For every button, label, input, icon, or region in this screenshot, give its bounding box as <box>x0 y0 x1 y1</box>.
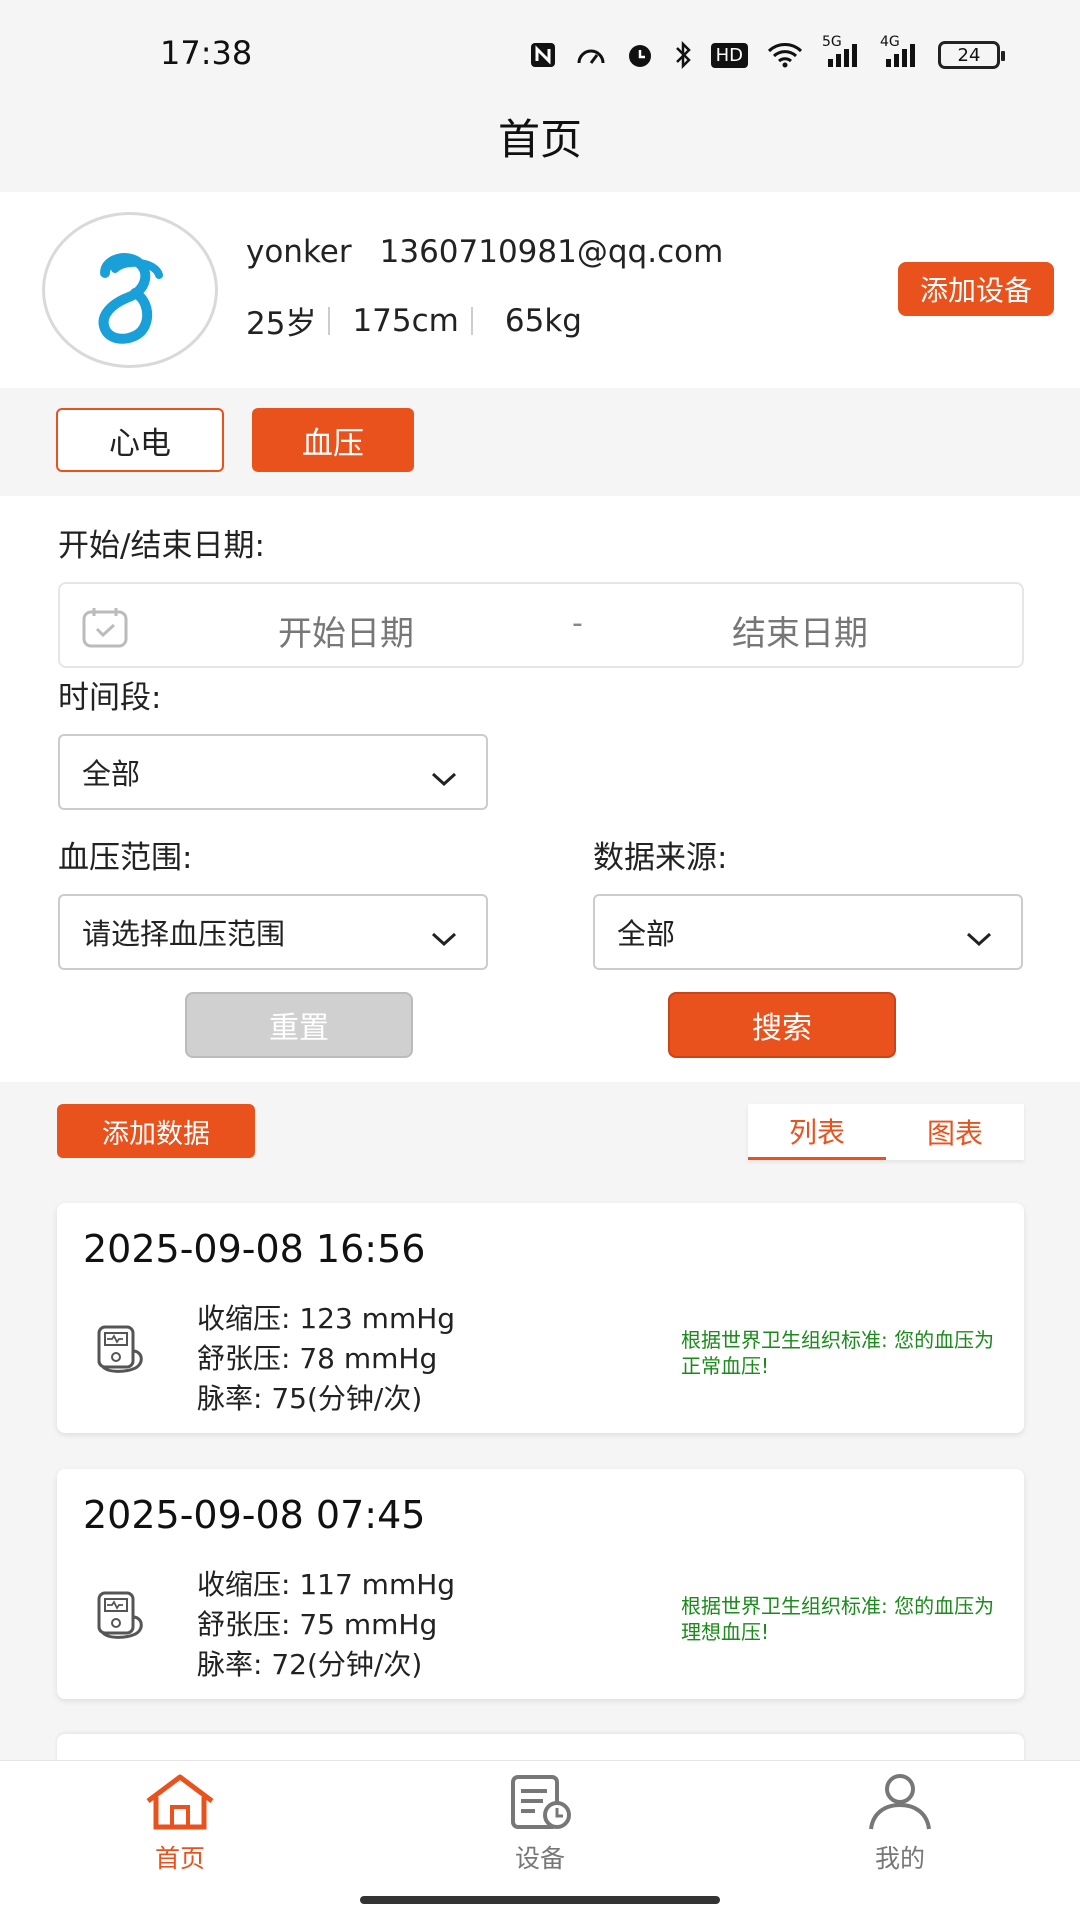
data-source-select[interactable]: 全部 <box>593 894 1023 970</box>
divider <box>328 306 331 335</box>
nav-home-label: 首页 <box>154 1844 205 1873</box>
bp-range-select[interactable]: 请选择血压范围 <box>58 894 488 970</box>
systolic-value: 收缩压: 123 mmHg <box>197 1302 456 1335</box>
bp-range-value: 请选择血压范围 <box>82 917 286 951</box>
view-toggle: 列表 图表 <box>748 1104 1024 1160</box>
period-value: 全部 <box>82 757 141 791</box>
alarm-icon <box>625 38 655 72</box>
search-button[interactable]: 搜索 <box>668 992 896 1058</box>
record-card[interactable]: 2025-09-08 16:56 收缩压: 123 mmHg 舒张压: 78 m… <box>57 1203 1024 1433</box>
signal-5g-icon: 5G <box>822 34 862 72</box>
user-age: 25岁 <box>246 306 317 342</box>
nav-device-label: 设备 <box>514 1844 565 1873</box>
chevron-down-icon <box>965 922 993 956</box>
profile-identity: yonker 1360710981@qq.com <box>246 234 723 270</box>
status-bar: 17:38 HD 5G 4G 24 <box>0 0 1080 110</box>
speed-icon <box>575 38 607 72</box>
divider <box>470 306 473 335</box>
device-icon <box>505 1775 575 1835</box>
record-datetime: 2025-09-08 16:56 <box>83 1227 426 1271</box>
pulse-value: 脉率: 75(分钟/次) <box>197 1382 423 1415</box>
record-datetime: 2025-09-08 07:45 <box>83 1493 426 1537</box>
profile-stats: 25岁 175cm 65kg <box>246 298 582 343</box>
battery-icon: 24 <box>938 41 1005 69</box>
chevron-down-icon <box>430 762 458 796</box>
data-source-value: 全部 <box>617 917 676 951</box>
tab-blood-pressure[interactable]: 血压 <box>252 408 414 472</box>
period-label: 时间段: <box>58 680 162 716</box>
user-weight: 65kg <box>504 302 582 339</box>
bluetooth-icon <box>673 38 693 72</box>
bp-monitor-icon <box>93 1589 149 1649</box>
date-range-label: 开始/结束日期: <box>58 528 265 564</box>
bp-monitor-icon <box>93 1323 149 1383</box>
home-icon <box>142 1774 218 1835</box>
record-card[interactable]: 2025-09-08 07:45 收缩压: 117 mmHg 舒张压: 75 m… <box>57 1469 1024 1699</box>
nav-device[interactable]: 设备 <box>440 1773 640 1875</box>
calendar-icon <box>80 606 130 654</box>
start-date-field[interactable]: 开始日期 <box>278 606 414 655</box>
user-height: 175cm <box>352 302 459 339</box>
reset-button[interactable]: 重置 <box>185 992 413 1058</box>
user-email: 1360710981@qq.com <box>379 234 724 270</box>
period-select[interactable]: 全部 <box>58 734 488 810</box>
diastolic-value: 舒张压: 78 mmHg <box>197 1342 438 1375</box>
pulse-value: 脉率: 72(分钟/次) <box>197 1648 423 1681</box>
status-time: 17:38 <box>160 34 253 72</box>
date-range-picker[interactable]: 开始日期 - 结束日期 <box>58 582 1024 668</box>
brand-logo-icon <box>98 253 163 344</box>
data-source-label: 数据来源: <box>593 840 728 876</box>
date-separator: - <box>572 606 583 641</box>
status-icons: HD 5G 4G 24 <box>529 34 1005 72</box>
who-assessment: 根据世界卫生组织标准: 您的血压为正常血压! <box>681 1328 995 1378</box>
nav-profile[interactable]: 我的 <box>800 1773 1000 1875</box>
wifi-icon <box>766 38 804 72</box>
user-name: yonker <box>246 234 352 270</box>
measurement-tabs: 心电 血压 <box>0 396 1080 496</box>
who-assessment: 根据世界卫生组织标准: 您的血压为理想血压! <box>681 1594 995 1644</box>
end-date-field[interactable]: 结束日期 <box>732 606 868 655</box>
record-values: 收缩压: 123 mmHg 舒张压: 78 mmHg 脉率: 75(分钟/次) <box>197 1299 455 1419</box>
profile-icon <box>865 1774 935 1835</box>
add-device-button[interactable]: 添加设备 <box>898 262 1054 316</box>
tab-chart-view[interactable]: 图表 <box>886 1104 1024 1160</box>
nav-profile-label: 我的 <box>874 1844 925 1873</box>
tab-ecg[interactable]: 心电 <box>56 408 224 472</box>
filter-panel: 开始/结束日期: 开始日期 - 结束日期 时间段: 全部 血压范围: 请选择血压… <box>0 496 1080 1082</box>
diastolic-value: 舒张压: 75 mmHg <box>197 1608 438 1641</box>
record-values: 收缩压: 117 mmHg 舒张压: 75 mmHg 脉率: 72(分钟/次) <box>197 1565 455 1685</box>
hd-icon: HD <box>710 38 748 72</box>
signal-4g-icon: 4G <box>880 34 920 72</box>
chevron-down-icon <box>430 922 458 956</box>
systolic-value: 收缩压: 117 mmHg <box>197 1568 456 1601</box>
battery-level: 24 <box>957 44 981 66</box>
avatar[interactable] <box>42 212 218 368</box>
add-data-button[interactable]: 添加数据 <box>57 1104 255 1158</box>
tab-list-view[interactable]: 列表 <box>748 1104 886 1160</box>
nav-home[interactable]: 首页 <box>80 1773 280 1875</box>
home-indicator <box>360 1896 720 1904</box>
profile-card: yonker 1360710981@qq.com 25岁 175cm 65kg … <box>0 192 1080 388</box>
page-title: 首页 <box>497 115 582 164</box>
bp-range-label: 血压范围: <box>58 840 193 876</box>
nfc-icon <box>529 38 557 72</box>
